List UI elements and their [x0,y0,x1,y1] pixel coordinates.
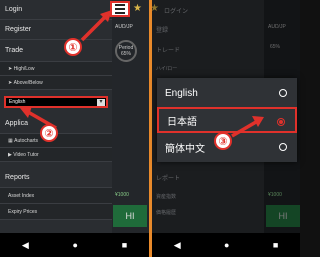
home-icon[interactable]: ● [224,240,229,250]
menu-item-label: Above/Below [13,79,43,86]
callout-3: ③ [214,132,232,150]
high-button[interactable]: HI [113,205,147,227]
background-app-area: AUD/JP Period 65% ¥1000 HI [112,0,149,233]
menu-item-trade[interactable]: Trade [0,40,112,62]
amount-label: ¥1000 [115,192,129,198]
android-navbar: ◀ ● ■ [0,233,149,257]
language-option-japanese[interactable]: 日本語 [157,107,297,133]
menu-item-login[interactable]: Login [0,0,112,20]
menu-item-label: Video Tutor [13,151,39,158]
chevron-down-icon: ▾ [97,99,105,106]
radio-button-selected[interactable] [277,118,285,126]
menu-item-label: Autocharts [14,137,39,144]
side-menu: Login Register Trade ➤ High/Low ➤ Above/… [0,0,112,233]
language-option-english[interactable]: English [157,80,297,106]
recent-apps-icon[interactable]: ■ [273,240,278,250]
back-icon[interactable]: ◀ [22,240,29,251]
language-select[interactable]: English ▾ [4,96,108,108]
language-dialog: English 日本語 簡体中文 [157,78,297,162]
menu-item-register[interactable]: Register [0,20,112,40]
callout-2: ② [40,124,58,142]
payout-gauge: Period 65% [115,40,137,62]
menu-item-video-tutorial[interactable]: ▶ Video Tutor [0,148,112,162]
star-icon: ★ [133,3,142,14]
menu-item-reports[interactable]: Reports [0,168,112,188]
menu-item-asset-index[interactable]: Asset Index [0,188,112,204]
language-option-label: 簡体中文 [165,143,205,155]
radio-button[interactable] [279,89,287,97]
menu-item-label: High/Low [13,65,35,72]
asset-pair: AUD/JP [115,24,133,30]
home-icon[interactable]: ● [73,240,78,250]
menu-item-expiry-prices[interactable]: Expiry Prices [0,204,112,220]
language-select-value: English [9,99,26,105]
hamburger-menu-button[interactable] [110,1,130,17]
menu-item-highlow[interactable]: ➤ High/Low [0,62,112,76]
callout-1: ① [64,38,82,56]
android-navbar: ◀ ● ■ [152,233,300,257]
payout-pct: 65% [120,51,131,57]
language-option-label: English [165,87,198,99]
radio-button[interactable] [279,143,287,151]
language-option-label: 日本語 [167,116,197,128]
back-icon[interactable]: ◀ [174,240,181,251]
menu-item-abovebelow[interactable]: ➤ Above/Below [0,76,112,90]
recent-apps-icon[interactable]: ■ [122,240,127,250]
